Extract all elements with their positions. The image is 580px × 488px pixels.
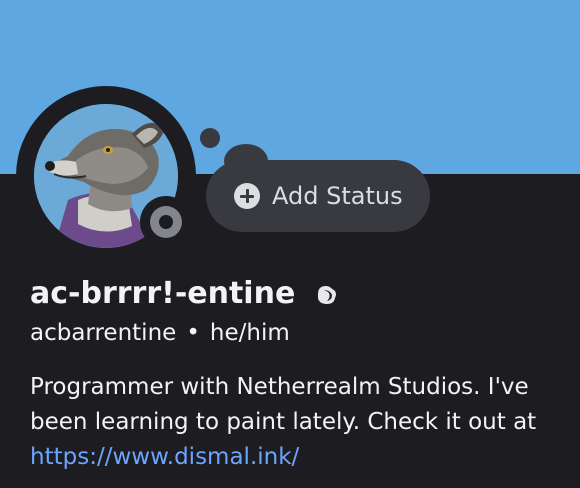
display-name-row: ac-brrrr!-entine: [30, 276, 339, 311]
offline-status-icon: [150, 206, 182, 238]
bio-line: Programmer with Netherrealm Studios. I'v…: [30, 374, 529, 400]
separator-dot: •: [186, 320, 200, 346]
pronouns: he/him: [209, 320, 290, 346]
bio: Programmer with Netherrealm Studios. I'v…: [30, 370, 570, 475]
handle-row: acbarrentine • he/him: [30, 320, 290, 346]
moon-badge-icon[interactable]: [313, 281, 339, 307]
thought-bubble-small: [200, 128, 220, 148]
plus-circle-icon: [234, 183, 260, 209]
add-status-button[interactable]: Add Status: [206, 160, 430, 232]
username[interactable]: acbarrentine: [30, 320, 176, 346]
bio-link[interactable]: https://www.dismal.ink/: [30, 444, 299, 470]
bio-line: been learning to paint lately. Check it …: [30, 409, 537, 435]
display-name: ac-brrrr!-entine: [30, 276, 296, 311]
add-status-label: Add Status: [272, 182, 403, 210]
